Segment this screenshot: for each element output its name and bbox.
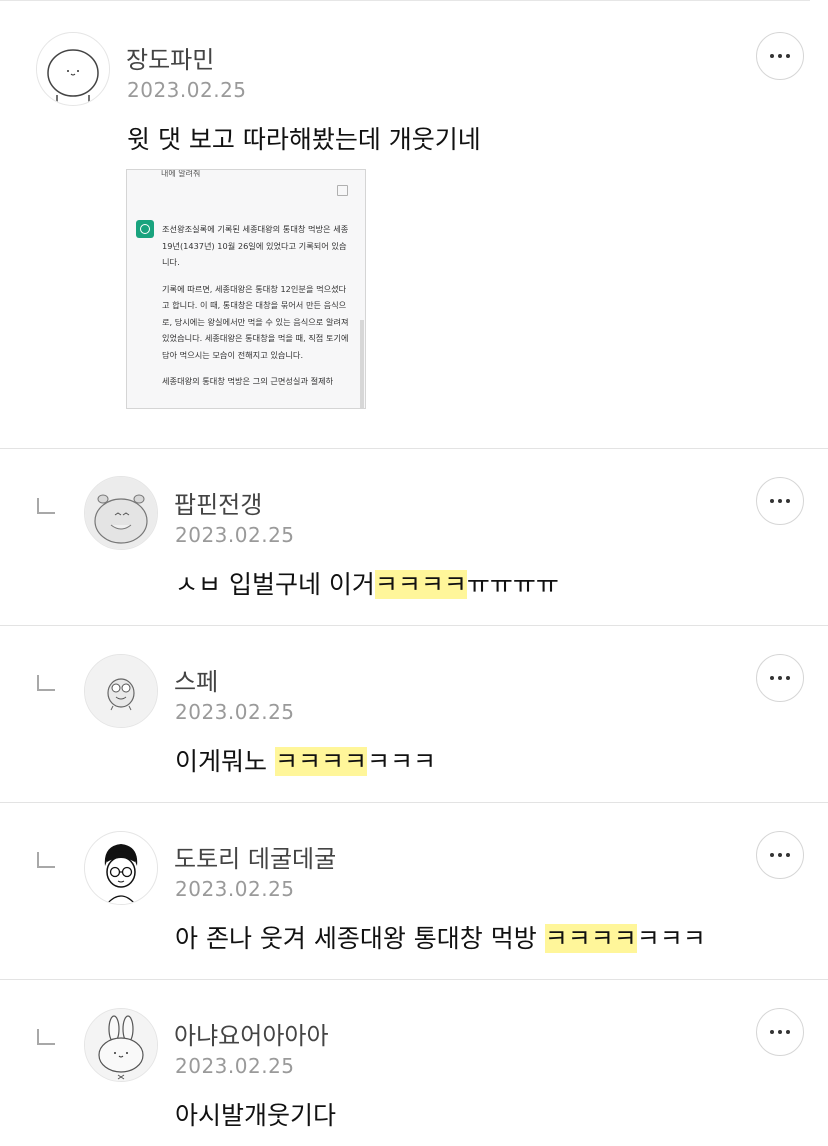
date: 2023.02.25 <box>127 78 247 102</box>
date: 2023.02.25 <box>175 700 295 724</box>
comment-item: 장도파민 2023.02.25 윗 댓 보고 따라해봤는데 개웃기네 내에 알려… <box>0 0 828 449</box>
comment-text: 윗 댓 보고 따라해봤는데 개웃기네 <box>127 125 481 154</box>
more-horizontal-icon <box>770 853 790 857</box>
text-plain: ㅠㅠㅠㅠ <box>466 570 559 599</box>
avatar-boy-glasses-icon <box>85 832 157 904</box>
comment-text: 아 존나 웃겨 세종대왕 통대창 먹방 ㅋㅋㅋㅋㅋㅋㅋ <box>175 919 706 955</box>
more-button[interactable] <box>756 1008 804 1056</box>
chatgpt-logo-icon <box>136 220 154 238</box>
text-highlight: ㅋㅋㅋㅋ <box>374 570 467 599</box>
attachment-paragraph: 조선왕조실록에 기록된 세종대왕의 통대창 먹방은 세종 19년(1437년) … <box>162 224 349 267</box>
more-horizontal-icon <box>770 499 790 503</box>
nickname[interactable]: 팝핀전갱 <box>174 485 262 520</box>
attachment-scrollbar <box>360 320 364 408</box>
comment-reply: 도토리 데굴데굴 2023.02.25 아 존나 웃겨 세종대왕 통대창 먹방 … <box>0 802 828 980</box>
nickname[interactable]: 장도파민 <box>126 40 214 75</box>
date: 2023.02.25 <box>175 1054 295 1078</box>
text-plain: 이게뭐노 <box>175 747 275 776</box>
more-button[interactable] <box>756 654 804 702</box>
more-button[interactable] <box>756 32 804 80</box>
text-highlight: ㅋㅋㅋㅋ <box>274 747 367 776</box>
comment-text: 아시발개웃기다 <box>175 1101 337 1130</box>
nickname[interactable]: 아냐요어아아아 <box>174 1016 329 1051</box>
date: 2023.02.25 <box>175 523 295 547</box>
text-plain: ㅋㅋㅋ <box>636 924 706 953</box>
avatar-blob-icon <box>37 33 109 105</box>
avatar-hamster-icon <box>85 477 157 549</box>
avatar[interactable] <box>36 32 110 106</box>
text-plain: 아 존나 웃겨 세종대왕 통대창 먹방 <box>175 924 545 953</box>
avatar-creature-icon <box>85 655 157 727</box>
avatar[interactable] <box>84 1008 158 1082</box>
comment-reply: 팝핀전갱 2023.02.25 ㅅㅂ 입벌구네 이거ㅋㅋㅋㅋㅠㅠㅠㅠ <box>0 448 828 626</box>
comment-reply: 아냐요어아아아 2023.02.25 아시발개웃기다 <box>0 979 828 1146</box>
text-plain: ㅋㅋㅋ <box>366 747 436 776</box>
attachment-paragraph: 세종대왕의 통대창 먹방은 그의 근면성실과 절제하 <box>162 376 334 386</box>
avatar[interactable] <box>84 476 158 550</box>
more-horizontal-icon <box>770 1030 790 1034</box>
avatar[interactable] <box>84 654 158 728</box>
comment-text: ㅅㅂ 입벌구네 이거ㅋㅋㅋㅋㅠㅠㅠㅠ <box>175 565 559 601</box>
comment-text: 이게뭐노 ㅋㅋㅋㅋㅋㅋㅋ <box>175 742 436 778</box>
more-horizontal-icon <box>770 676 790 680</box>
more-horizontal-icon <box>770 54 790 58</box>
reply-indent-icon <box>37 498 55 514</box>
attachment-body: 조선왕조실록에 기록된 세종대왕의 통대창 먹방은 세종 19년(1437년) … <box>162 221 352 400</box>
attachment-cut-text: 내에 알려줘 <box>161 169 201 178</box>
avatar-bunny-icon <box>85 1009 157 1081</box>
reply-indent-icon <box>37 675 55 691</box>
attachment-image[interactable]: 내에 알려줘 조선왕조실록에 기록된 세종대왕의 통대창 먹방은 세종 19년(… <box>126 169 366 409</box>
avatar[interactable] <box>84 831 158 905</box>
date: 2023.02.25 <box>175 877 295 901</box>
attachment-paragraph: 기록에 따르면, 세종대왕은 통대창 12인분을 먹으셨다고 합니다. 이 때,… <box>162 283 349 360</box>
more-button[interactable] <box>756 477 804 525</box>
text-plain: ㅅㅂ 입벌구네 이거 <box>175 570 375 599</box>
text-highlight: ㅋㅋㅋㅋ <box>544 924 637 953</box>
reply-indent-icon <box>37 852 55 868</box>
reply-indent-icon <box>37 1029 55 1045</box>
nickname[interactable]: 도토리 데굴데굴 <box>174 839 336 874</box>
comment-reply: 스페 2023.02.25 이게뭐노 ㅋㅋㅋㅋㅋㅋㅋ <box>0 625 828 803</box>
more-button[interactable] <box>756 831 804 879</box>
nickname[interactable]: 스페 <box>174 662 218 697</box>
edit-icon <box>337 185 348 196</box>
